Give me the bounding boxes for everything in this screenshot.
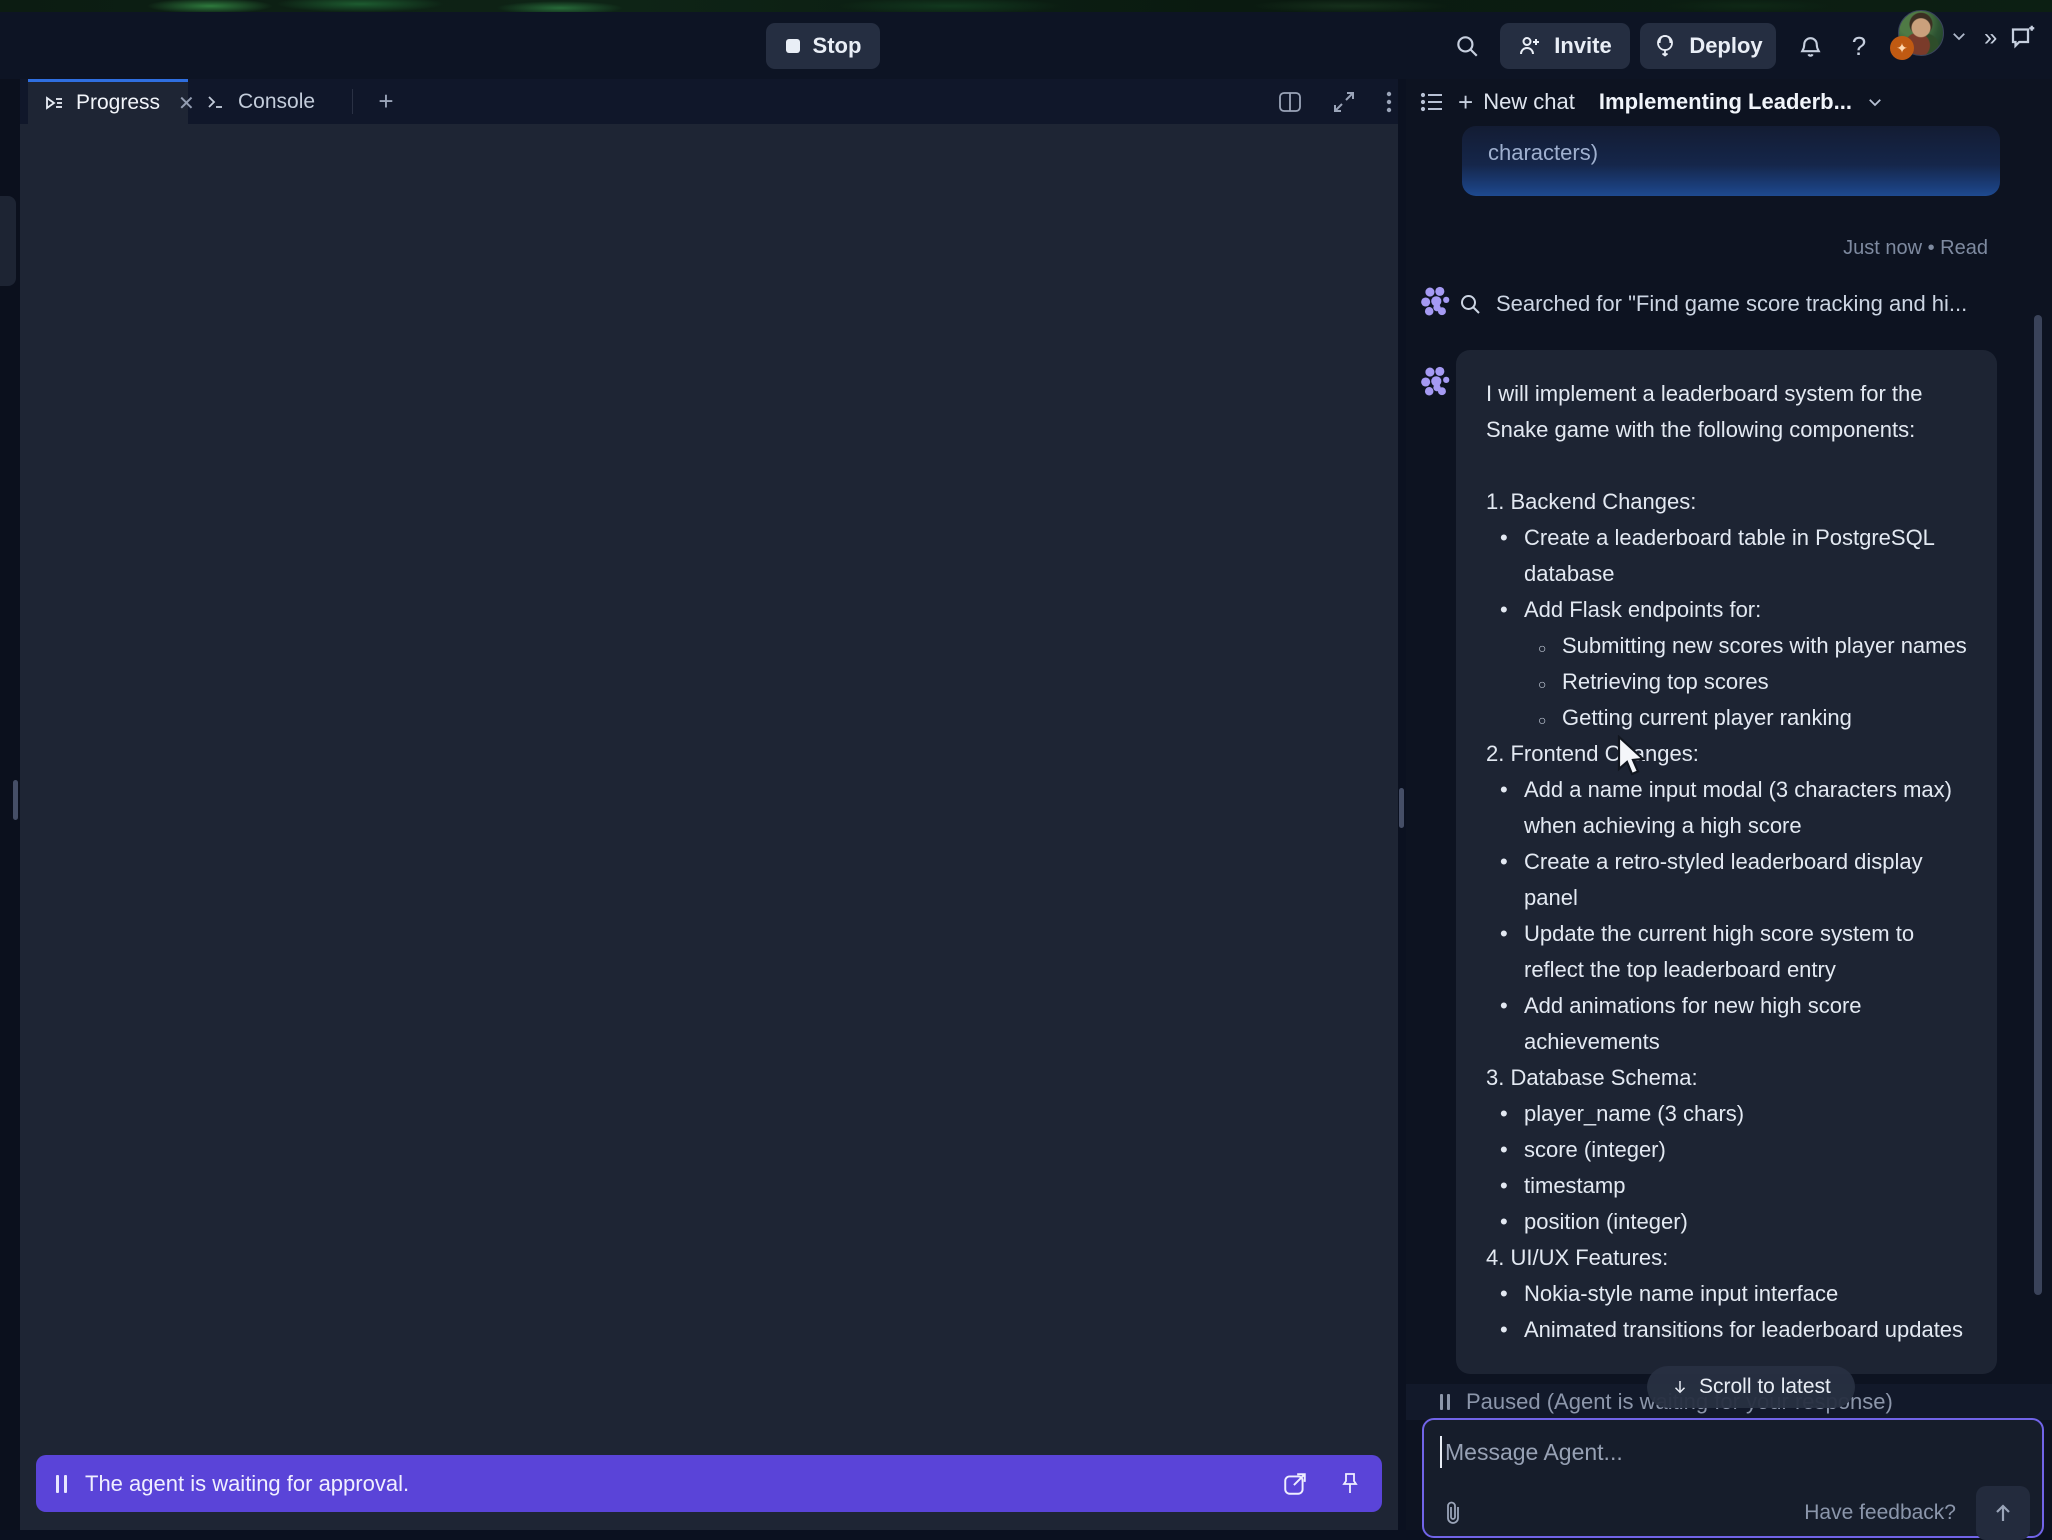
invite-button-label: Invite: [1554, 33, 1611, 59]
notifications-bell-icon[interactable]: [1793, 23, 1827, 69]
workspace-cover-strip: [0, 0, 2052, 12]
invite-button[interactable]: Invite: [1500, 23, 1630, 69]
list-item: Add animations for new high score achiev…: [1486, 988, 1967, 1060]
progress-pane: The agent is waiting for approval.: [20, 124, 1398, 1530]
new-chat-window-icon[interactable]: [2008, 22, 2038, 52]
section-title: 1. Backend Changes:: [1486, 484, 1967, 520]
chat-scrollbar[interactable]: [2034, 315, 2042, 1295]
scroll-to-latest-button[interactable]: Scroll to latest: [1647, 1366, 1855, 1408]
panel-resize-handle[interactable]: [1399, 788, 1404, 828]
tab-console[interactable]: Console: [190, 79, 348, 124]
agent-message-card: I will implement a leaderboard system fo…: [1456, 350, 1997, 1374]
list-item: Nokia-style name input interface: [1486, 1276, 1967, 1312]
section-title: 3. Database Schema:: [1486, 1060, 1967, 1096]
agent-waiting-banner[interactable]: The agent is waiting for approval.: [36, 1455, 1382, 1512]
deploy-icon: [1653, 34, 1677, 58]
search-icon[interactable]: [1450, 23, 1484, 69]
list-item: Retrieving top scores: [1486, 664, 1967, 700]
message-meta: Just now • Read: [1843, 237, 1988, 260]
stop-button-label: Stop: [813, 33, 862, 59]
collapse-chevrons-icon[interactable]: »: [1984, 24, 1997, 52]
avatar-status-badge: ✦: [1890, 36, 1914, 60]
list-item: score (integer): [1486, 1132, 1967, 1168]
stop-button[interactable]: Stop: [766, 23, 880, 69]
list-item: Add Flask endpoints for:: [1486, 592, 1967, 628]
chat-header: + New chat Implementing Leaderb...: [1406, 79, 2052, 125]
message-composer[interactable]: Message Agent... Have feedback?: [1422, 1418, 2044, 1538]
chat-list-icon[interactable]: [1420, 91, 1444, 113]
progress-icon: [44, 93, 64, 113]
list-item: timestamp: [1486, 1168, 1967, 1204]
stop-square-icon: [785, 38, 801, 54]
list-item: Getting current player ranking: [1486, 700, 1967, 736]
pane-menu-kebab-icon[interactable]: [1386, 90, 1392, 114]
tab-progress-label: Progress: [76, 91, 160, 115]
agent-search-action: Searched for "Find game score tracking a…: [1458, 291, 1967, 317]
list-item: position (integer): [1486, 1204, 1967, 1240]
agent-sparkle-icon: [1420, 285, 1454, 319]
tab-console-label: Console: [238, 90, 315, 114]
mouse-cursor: [1613, 735, 1653, 779]
agent-chat-panel: + New chat Implementing Leaderb... chara…: [1406, 79, 2052, 1530]
deploy-button[interactable]: Deploy: [1640, 23, 1776, 69]
section-title: 4. UI/UX Features:: [1486, 1240, 1967, 1276]
list-item: Submitting new scores with player names: [1486, 628, 1967, 664]
list-item: Create a leaderboard table in PostgreSQL…: [1486, 520, 1967, 592]
tab-divider: [352, 89, 353, 114]
chat-title-dropdown[interactable]: Implementing Leaderb...: [1599, 89, 1852, 115]
search-action-text: Searched for "Find game score tracking a…: [1496, 291, 1967, 317]
attach-paperclip-icon[interactable]: [1442, 1500, 1464, 1526]
agent-waiting-text: The agent is waiting for approval.: [85, 1471, 1264, 1497]
have-feedback-link[interactable]: Have feedback?: [1804, 1501, 1956, 1525]
new-chat-button[interactable]: + New chat: [1458, 87, 1575, 118]
invite-person-icon: [1518, 34, 1542, 58]
message-input[interactable]: Message Agent...: [1445, 1439, 1623, 1466]
list-item: Animated transitions for leaderboard upd…: [1486, 1312, 1967, 1348]
pin-icon[interactable]: [1338, 1471, 1362, 1497]
plus-icon: +: [1458, 87, 1473, 118]
deploy-button-label: Deploy: [1689, 33, 1762, 59]
left-resize-handle[interactable]: [13, 780, 18, 820]
user-message-text: characters): [1488, 140, 1598, 165]
new-chat-label: New chat: [1483, 89, 1575, 115]
section-title: 2. Frontend Changes:: [1486, 736, 1967, 772]
account-chevron-down-icon[interactable]: [1950, 27, 1968, 45]
arrow-down-icon: [1671, 1378, 1689, 1396]
list-item: Update the current high score system to …: [1486, 916, 1967, 988]
help-glyph: ?: [1852, 31, 1866, 62]
collapsed-dock-item[interactable]: [0, 196, 16, 286]
send-button[interactable]: [1976, 1486, 2030, 1540]
expand-pane-icon[interactable]: [1332, 90, 1356, 114]
pane-tabbar: Progress ✕ Console +: [20, 79, 1398, 124]
list-item: player_name (3 chars): [1486, 1096, 1967, 1132]
chat-message-list: characters) Just now • Read Searched for…: [1406, 125, 2052, 1384]
chat-title-chevron-down-icon[interactable]: [1866, 93, 1884, 111]
split-pane-icon[interactable]: [1278, 91, 1302, 113]
open-in-pane-icon[interactable]: [1282, 1471, 1308, 1497]
new-tab-button[interactable]: +: [366, 79, 406, 124]
list-item: Create a retro-styled leaderboard displa…: [1486, 844, 1967, 916]
user-message-bubble: characters): [1462, 126, 2000, 196]
tab-progress[interactable]: Progress ✕: [28, 79, 188, 124]
list-item: Add a name input modal (3 characters max…: [1486, 772, 1967, 844]
agent-message-intro: I will implement a leaderboard system fo…: [1486, 376, 1967, 448]
help-icon[interactable]: ?: [1842, 23, 1876, 69]
text-caret: [1440, 1436, 1442, 1468]
scroll-to-latest-label: Scroll to latest: [1699, 1375, 1831, 1399]
agent-sparkle-icon: [1420, 365, 1454, 399]
pause-icon: [1440, 1394, 1450, 1410]
terminal-icon: [206, 92, 226, 112]
topbar: Stop Invite Deploy: [0, 12, 2052, 79]
search-action-icon: [1458, 292, 1482, 316]
pause-icon: [56, 1475, 67, 1493]
